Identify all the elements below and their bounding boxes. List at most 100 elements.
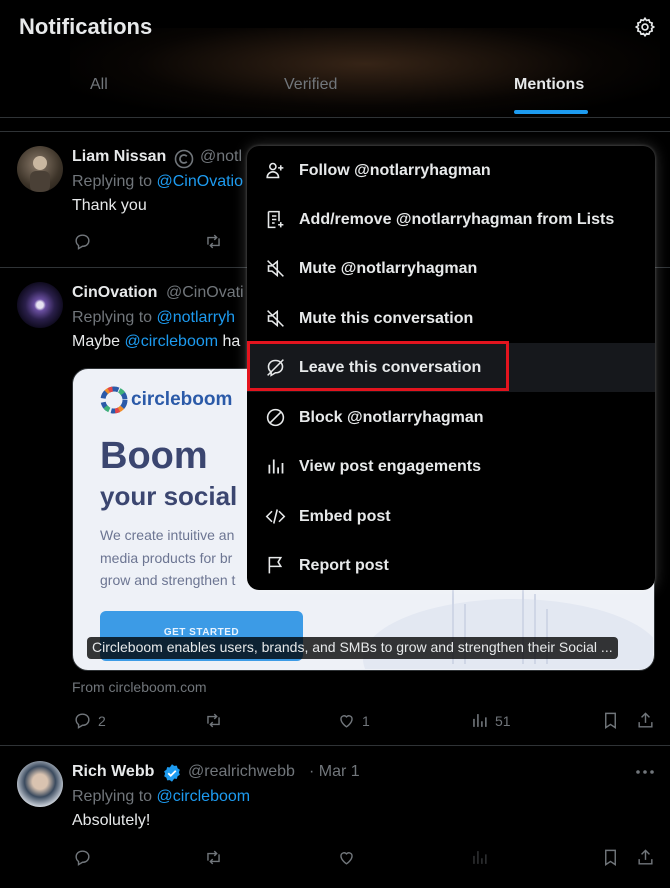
heart-icon (340, 852, 353, 865)
code-icon (265, 509, 286, 524)
tab-all[interactable]: All (90, 76, 108, 94)
card-line: We create intuitive an (100, 527, 235, 543)
menu-item-follow[interactable]: Follow @notlarryhagman (247, 146, 655, 195)
bookmark-icon (605, 849, 616, 866)
divider (0, 745, 670, 746)
replying-prefix: Replying to (72, 173, 157, 190)
menu-item-label: Embed post (299, 507, 391, 525)
engagements-icon (268, 459, 284, 474)
tab-verified[interactable]: Verified (284, 76, 337, 94)
menu-item-lists[interactable]: Add/remove @notlarryhagman from Lists (247, 195, 655, 244)
share-icon (638, 849, 653, 865)
reply-icon (75, 850, 90, 866)
views-count: 51 (495, 712, 511, 729)
author-handle: @notl (200, 148, 243, 165)
menu-item-embed[interactable]: Embed post (247, 492, 655, 541)
mention-link[interactable]: @notlarryh (157, 309, 236, 326)
post-text: Maybe @circleboom ha (72, 333, 240, 351)
card-logo-text: circleboom (131, 389, 233, 410)
post-text-suffix: ha (218, 333, 241, 350)
heart-icon (340, 715, 353, 728)
menu-item-mute-user[interactable]: Mute @notlarryhagman (247, 244, 655, 293)
bookmark-icon (605, 712, 616, 729)
author-handle: @CinOvati (166, 284, 244, 301)
replying-to: Replying to @notlarryh (72, 309, 235, 327)
views-icon (473, 851, 487, 864)
tab-mentions[interactable]: Mentions (514, 76, 584, 94)
mention-link[interactable]: @circleboom (157, 788, 251, 805)
menu-item-label: Add/remove @notlarryhagman from Lists (299, 210, 615, 228)
page-title: Notifications (19, 14, 153, 39)
reply-icon (75, 234, 90, 250)
block-icon (266, 408, 285, 427)
menu-item-label: View post engagements (299, 457, 481, 475)
repost-icon (207, 234, 220, 249)
mute-icon (267, 309, 284, 328)
author-handle: @realrichwebb (188, 763, 295, 780)
list-icon (267, 210, 284, 229)
repost-button[interactable] (204, 232, 223, 251)
menu-item-label: Follow @notlarryhagman (299, 161, 491, 179)
header: Notifications All Verified Mentions (0, 0, 670, 118)
mute-icon (267, 259, 284, 278)
menu-item-label: Mute this conversation (299, 309, 474, 327)
menu-item-block[interactable]: Block @notlarryhagman (247, 393, 655, 442)
avatar[interactable] (17, 146, 63, 192)
menu-item-engagements[interactable]: View post engagements (247, 442, 655, 491)
post-date: · Mar 1 (309, 763, 360, 780)
bookmark-button[interactable] (601, 848, 620, 867)
menu-item-report[interactable]: Report post (247, 541, 655, 590)
mention-link[interactable]: @circleboom (124, 333, 218, 350)
reply-button[interactable] (73, 848, 92, 867)
menu-item-label: Mute @notlarryhagman (299, 259, 478, 277)
like-count: 1 (362, 712, 370, 729)
gear-icon[interactable] (634, 16, 656, 38)
card-line: grow and strengthen t (100, 572, 236, 588)
author-name[interactable]: Rich Webb (72, 763, 154, 781)
reply-button[interactable] (73, 232, 92, 251)
author-name[interactable]: CinOvation (72, 284, 157, 302)
divider (0, 131, 670, 132)
post-text-prefix: Maybe (72, 333, 125, 350)
bookmark-button[interactable] (601, 711, 620, 730)
author-name[interactable]: Liam Nissan (72, 148, 166, 166)
menu-item-mute-conversation[interactable]: Mute this conversation (247, 294, 655, 343)
card-line: media products for br (100, 550, 233, 566)
header-background-blur (70, 28, 660, 117)
like-button[interactable] (337, 848, 356, 867)
card-subheadline: your social (100, 481, 238, 511)
reply-icon (75, 713, 90, 729)
post-text: Absolutely! (72, 812, 151, 829)
card-source[interactable]: From circleboom.com (72, 679, 207, 695)
follow-icon (266, 162, 284, 179)
reply-button[interactable]: 2 (73, 711, 106, 730)
views-button[interactable] (470, 848, 489, 867)
repost-button[interactable] (204, 848, 223, 867)
like-button[interactable]: 1 (337, 711, 370, 730)
reply-count: 2 (98, 712, 106, 729)
share-icon (638, 712, 653, 728)
flag-icon (268, 556, 283, 574)
highlight-annotation (247, 341, 509, 391)
avatar[interactable] (17, 761, 63, 807)
replying-prefix: Replying to (72, 788, 157, 805)
card-caption: Circleboom enables users, brands, and SM… (87, 637, 618, 659)
active-tab-indicator (514, 110, 588, 114)
card-headline: Boom (100, 435, 208, 477)
replying-to: Replying to @circleboom (72, 788, 250, 806)
menu-item-label: Block @notlarryhagman (299, 408, 484, 426)
replying-prefix: Replying to (72, 309, 157, 326)
avatar[interactable] (17, 282, 63, 328)
repost-icon (207, 713, 220, 728)
repost-button[interactable] (204, 711, 223, 730)
views-icon (473, 714, 487, 727)
views-button[interactable]: 51 (470, 711, 511, 730)
circleboom-logo-icon (100, 386, 128, 414)
affiliate-badge-icon (174, 149, 194, 169)
verified-badge-icon (164, 764, 180, 782)
share-button[interactable] (636, 848, 655, 867)
share-button[interactable] (636, 711, 655, 730)
more-options-icon[interactable] (634, 762, 656, 782)
repost-icon (207, 850, 220, 865)
mention-link[interactable]: @CinOvatio (157, 173, 244, 190)
